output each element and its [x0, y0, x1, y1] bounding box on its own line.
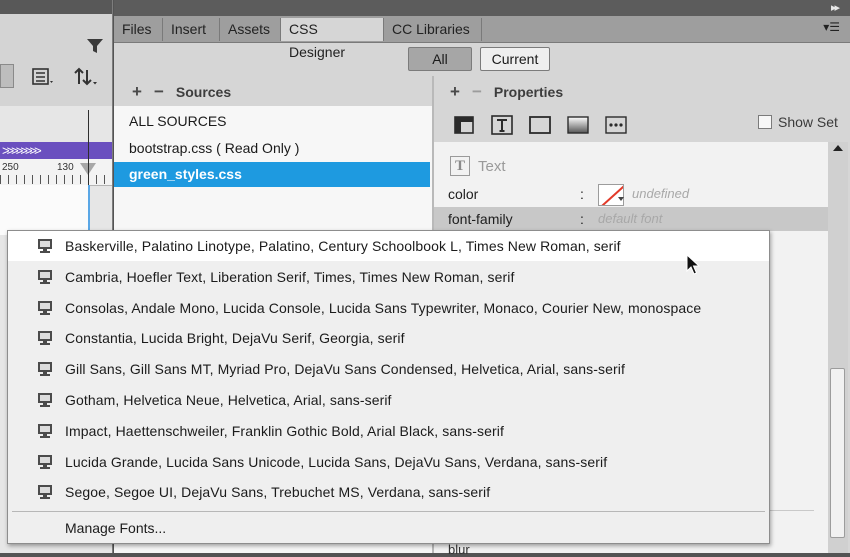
chevrons-icon: >>>>>>>>	[2, 143, 42, 158]
property-value[interactable]: default font	[598, 207, 662, 231]
ruler-mark-130: 130	[57, 162, 74, 173]
properties-title: Properties	[493, 84, 564, 100]
property-row-font-family[interactable]: font-family : default font	[434, 207, 828, 231]
monitor-icon	[38, 393, 52, 407]
breakpoint-strip[interactable]: >>>>>>>>	[0, 142, 112, 159]
remove-property-icon: −	[471, 82, 482, 101]
monitor-icon	[38, 362, 52, 376]
border-category-icon[interactable]	[528, 114, 552, 136]
all-toggle-button[interactable]: All	[408, 47, 472, 71]
monitor-icon	[38, 331, 52, 345]
show-set-checkbox[interactable]	[758, 115, 772, 129]
horizontal-ruler: 250 130	[0, 159, 112, 186]
font-option-label: Consolas, Andale Mono, Lucida Console, L…	[65, 300, 702, 316]
font-option[interactable]: Gotham, Helvetica Neue, Helvetica, Arial…	[8, 385, 769, 415]
property-row-color[interactable]: color : undefined	[434, 182, 828, 206]
manage-fonts-item[interactable]: Manage Fonts...	[65, 520, 166, 536]
font-option-label: Baskerville, Palatino Linotype, Palatino…	[65, 238, 621, 254]
property-colon: :	[580, 211, 584, 227]
scroll-up-icon[interactable]	[833, 145, 843, 151]
tab-assets[interactable]: Assets	[220, 18, 281, 41]
font-option-label: Impact, Haettenschweiler, Franklin Gothi…	[65, 423, 504, 439]
source-item-bootstrap[interactable]: bootstrap.css ( Read Only )	[129, 140, 299, 156]
remove-source-icon[interactable]: −	[154, 82, 164, 101]
font-option[interactable]: Constantia, Lucida Bright, DejaVu Serif,…	[8, 323, 769, 353]
monitor-icon	[38, 239, 52, 253]
show-set-label: Show Set	[778, 114, 838, 130]
mouse-pointer-icon	[686, 254, 700, 275]
panel-menu-icon[interactable]: ▾☰	[823, 20, 840, 34]
font-option-label: Gill Sans, Gill Sans MT, Myriad Pro, Dej…	[65, 361, 625, 377]
text-section-header: T Text	[450, 156, 506, 176]
list-view-button[interactable]	[32, 64, 54, 90]
property-colon: :	[580, 186, 584, 202]
color-swatch[interactable]	[598, 184, 624, 206]
sources-title: Sources	[175, 84, 232, 100]
design-canvas[interactable]	[0, 185, 90, 235]
font-option[interactable]: Segoe, Segoe UI, DejaVu Sans, Trebuchet …	[8, 477, 769, 507]
monitor-icon	[38, 301, 52, 315]
font-option[interactable]: Baskerville, Palatino Linotype, Palatino…	[8, 231, 769, 261]
sort-arrows-icon	[74, 67, 97, 86]
font-option[interactable]: Cambria, Hoefler Text, Liberation Serif,…	[8, 262, 769, 292]
filter-icon[interactable]	[86, 38, 104, 54]
property-name: color	[448, 186, 479, 202]
collapse-panel-icon[interactable]: ▸▸	[831, 0, 840, 16]
monitor-icon	[38, 270, 52, 284]
text-section-title: Text	[478, 157, 506, 175]
more-category-icon[interactable]	[604, 114, 628, 136]
tab-files[interactable]: Files	[114, 18, 163, 41]
panel-toggle-button[interactable]	[0, 64, 14, 88]
scrollbar-thumb[interactable]	[830, 368, 845, 538]
add-property-icon[interactable]: +	[450, 82, 460, 101]
font-option-label: Constantia, Lucida Bright, DejaVu Serif,…	[65, 330, 405, 346]
document-toolbar	[0, 14, 112, 106]
left-top-bar	[0, 0, 112, 14]
monitor-icon	[38, 485, 52, 499]
add-source-icon[interactable]: +	[132, 82, 142, 101]
source-item-green-styles[interactable]: green_styles.css	[114, 162, 430, 187]
monitor-icon	[38, 455, 52, 469]
tab-cc-libraries[interactable]: CC Libraries	[384, 18, 482, 41]
text-section-icon: T	[450, 156, 470, 176]
property-category-bar	[452, 114, 628, 136]
text-category-icon[interactable]	[490, 114, 514, 136]
swatch-caret-icon	[618, 197, 624, 201]
font-option-label: Gotham, Helvetica Neue, Helvetica, Arial…	[65, 392, 392, 408]
tab-insert[interactable]: Insert	[163, 18, 220, 41]
font-option-label: Segoe, Segoe UI, DejaVu Sans, Trebuchet …	[65, 484, 491, 500]
font-option-label: Lucida Grande, Lucida Sans Unicode, Luci…	[65, 454, 608, 470]
panel-title-bar: ▸▸	[114, 0, 850, 16]
properties-scrollbar[interactable]	[828, 142, 848, 553]
sources-header: + − Sources	[132, 78, 231, 106]
ruler-ticks	[0, 175, 112, 184]
source-item-label: green_styles.css	[129, 166, 242, 182]
layout-category-icon[interactable]	[452, 114, 476, 136]
font-option[interactable]: Consolas, Andale Mono, Lucida Console, L…	[8, 293, 769, 323]
ruler-mark-250: 250	[2, 162, 19, 173]
monitor-icon	[38, 424, 52, 438]
sort-button[interactable]	[74, 64, 98, 90]
background-category-icon[interactable]	[566, 114, 590, 136]
properties-header: + − Properties	[450, 78, 563, 106]
font-option[interactable]: Gill Sans, Gill Sans MT, Myriad Pro, Dej…	[8, 354, 769, 384]
property-name: font-family	[448, 211, 513, 227]
list-icon	[32, 68, 53, 85]
font-family-dropdown: Baskerville, Palatino Linotype, Palatino…	[7, 230, 770, 544]
current-toggle-button[interactable]: Current	[480, 47, 550, 71]
property-name-blur: blur	[448, 542, 470, 557]
tab-css-designer[interactable]: CSS Designer	[281, 18, 384, 60]
source-item-all[interactable]: ALL SOURCES	[129, 113, 227, 129]
font-option[interactable]: Lucida Grande, Lucida Sans Unicode, Luci…	[8, 447, 769, 477]
menu-separator	[12, 511, 765, 512]
show-set-option[interactable]: Show Set	[758, 114, 838, 130]
property-value: undefined	[632, 186, 690, 201]
panel-tab-bar: Files Insert Assets CSS Designer CC Libr…	[114, 16, 850, 60]
font-option[interactable]: Impact, Haettenschweiler, Franklin Gothi…	[8, 416, 769, 446]
font-option-label: Cambria, Hoefler Text, Liberation Serif,…	[65, 269, 515, 285]
